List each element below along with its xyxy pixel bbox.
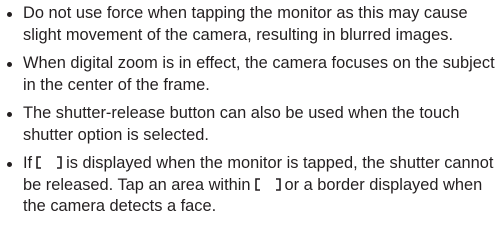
bullet-dot-icon bbox=[7, 61, 12, 67]
bullet-dot-icon bbox=[7, 11, 12, 17]
bullet-list: Do not use force when tapping the monito… bbox=[0, 0, 503, 250]
list-item: The shutter-release button can also be u… bbox=[4, 103, 497, 146]
bullet-text: The shutter-release button can also be u… bbox=[23, 104, 460, 144]
bullet-dot-icon bbox=[7, 161, 12, 167]
focus-frame-icon bbox=[254, 177, 281, 191]
focus-frame-icon bbox=[36, 156, 62, 169]
bullet-text: When digital zoom is in effect, the came… bbox=[23, 54, 495, 94]
list-item: If is displayed when the monitor is tappe… bbox=[4, 153, 497, 218]
bullet-dot-icon bbox=[7, 111, 12, 117]
bullet-text: Do not use force when tapping the monito… bbox=[23, 4, 468, 44]
bullet-text-part: If bbox=[23, 154, 33, 172]
list-item: Do not use force when tapping the monito… bbox=[4, 3, 497, 46]
list-item: When digital zoom is in effect, the came… bbox=[4, 53, 497, 96]
